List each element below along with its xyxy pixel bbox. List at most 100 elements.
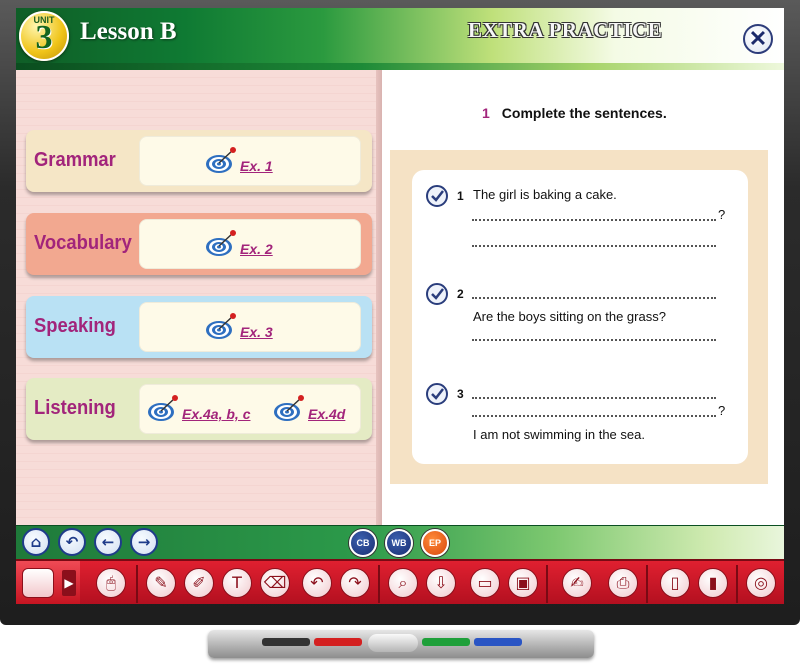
category-label-listening: Listening xyxy=(34,397,116,419)
cb-label: CB xyxy=(356,538,370,548)
instruction-text: Complete the sentences. xyxy=(501,105,667,121)
wb-book-button[interactable]: WB xyxy=(385,529,413,557)
screen-edit-icon: ▣ xyxy=(515,573,531,592)
zoom-button[interactable]: ⌕ xyxy=(388,568,418,598)
usb-save-button[interactable]: ▮ xyxy=(698,568,728,598)
printer-icon: ⎙ xyxy=(616,573,630,592)
dartboard-icon xyxy=(205,229,237,259)
category-label-grammar: Grammar xyxy=(34,149,116,171)
category-links-grammar: Ex. 1 xyxy=(139,136,361,186)
redo-icon: ↷ xyxy=(348,573,362,592)
redo-button[interactable]: ↷ xyxy=(340,568,370,598)
expand-toolbar-button[interactable]: ▶ xyxy=(62,570,76,596)
screen-edit-button[interactable]: ▣ xyxy=(508,568,538,598)
answer-line[interactable] xyxy=(472,205,716,221)
download-button[interactable]: ⇩ xyxy=(426,568,456,598)
notepad-icon: ✍ xyxy=(570,573,584,592)
arrow-left-icon: ← xyxy=(101,533,115,551)
answer-line[interactable] xyxy=(472,283,716,299)
exercise-link-ex1[interactable]: Ex. 1 xyxy=(205,146,273,176)
monitor-frame: UNIT 3 Lesson B EXTRA PRACTICE ✕ Grammar… xyxy=(0,0,800,625)
dartboard-icon xyxy=(205,312,237,342)
home-icon: ⌂ xyxy=(30,533,42,551)
unit-number: 3 xyxy=(35,19,53,56)
exercise-link-ex4d[interactable]: Ex.4d xyxy=(273,394,345,424)
unit-badge: UNIT 3 xyxy=(19,11,69,61)
green-pen xyxy=(422,638,470,646)
undo-button[interactable]: ↶ xyxy=(302,568,332,598)
ep-book-button[interactable]: EP xyxy=(421,529,449,557)
screen-icon: ▭ xyxy=(477,573,493,592)
exercise-link-label[interactable]: Ex. 1 xyxy=(240,158,273,174)
pencil-icon: ✎ xyxy=(154,573,168,592)
item-number: 2 xyxy=(457,287,464,301)
printer-button[interactable]: ⎙ xyxy=(608,568,638,598)
dartboard-icon xyxy=(205,146,237,176)
back-button[interactable]: ↶ xyxy=(58,528,86,556)
cb-book-button[interactable]: CB xyxy=(349,529,377,557)
category-card-grammar: Grammar Ex. 1 xyxy=(26,130,372,192)
globe-button[interactable]: ◎ xyxy=(746,568,776,598)
exercise-link-ex3[interactable]: Ex. 3 xyxy=(205,312,273,342)
next-button[interactable]: → xyxy=(130,528,158,556)
answer-line[interactable] xyxy=(472,401,716,417)
black-pen xyxy=(262,638,310,646)
category-card-speaking: Speaking Ex. 3 xyxy=(26,296,372,358)
category-label-vocabulary: Vocabulary xyxy=(34,232,132,254)
zoom-icon: ⌕ xyxy=(398,573,408,592)
home-button[interactable]: ⌂ xyxy=(22,528,50,556)
check-icon[interactable] xyxy=(426,383,448,405)
question-mark: ? xyxy=(718,403,726,418)
dartboard-icon xyxy=(273,394,305,424)
text-button[interactable]: T xyxy=(222,568,252,598)
exercise-link-ex2[interactable]: Ex. 2 xyxy=(205,229,273,259)
usb-button[interactable]: ▯ xyxy=(660,568,690,598)
exercise-link-label[interactable]: Ex.4d xyxy=(308,406,345,422)
category-panel: Grammar Ex. 1 Vocabulary Ex. 2 Speaking … xyxy=(16,70,382,525)
highlighter-button[interactable]: ✐ xyxy=(184,568,214,598)
close-icon: ✕ xyxy=(748,26,768,51)
exercise-link-label[interactable]: Ex.4a, b, c xyxy=(182,406,250,422)
toolbar-divider xyxy=(546,565,548,603)
item-number: 3 xyxy=(457,387,464,401)
previous-button[interactable]: ← xyxy=(94,528,122,556)
close-button[interactable]: ✕ xyxy=(743,24,773,54)
category-links-speaking: Ex. 3 xyxy=(139,302,361,352)
answer-line[interactable] xyxy=(472,383,716,399)
mouse-button[interactable]: 🖱 xyxy=(96,568,126,598)
item-sentence: Are the boys sitting on the grass? xyxy=(473,309,666,324)
exercise-link-label[interactable]: Ex. 3 xyxy=(240,324,273,340)
category-links-vocabulary: Ex. 2 xyxy=(139,219,361,269)
usb-icon: ▯ xyxy=(670,573,680,592)
exercise-panel: 1 Complete the sentences. 1 The girl is b… xyxy=(382,70,784,525)
toolbar-divider xyxy=(378,565,380,603)
eraser-button[interactable]: ⌫ xyxy=(260,568,290,598)
ep-label: EP xyxy=(428,538,441,548)
notepad-button[interactable]: ✍ xyxy=(562,568,592,598)
answer-line[interactable] xyxy=(472,231,716,247)
exercise-link-label[interactable]: Ex. 2 xyxy=(240,241,273,257)
header-bar: UNIT 3 Lesson B EXTRA PRACTICE ✕ xyxy=(16,8,784,70)
navigation-bar: ⌂ ↶ ← → CB WB EP xyxy=(16,525,784,560)
back-curve-icon: ↶ xyxy=(65,533,79,551)
text-icon: T xyxy=(232,573,242,592)
screen-button[interactable]: ▭ xyxy=(470,568,500,598)
window-button[interactable] xyxy=(22,568,54,598)
eraser-icon: ⌫ xyxy=(263,573,287,592)
exercise-card: 1 The girl is baking a cake. ? 2 Are the… xyxy=(412,170,748,464)
tools-toolbar: ▶ 🖱 ✎ ✐ T ⌫ ↶ ↷ ⌕ ⇩ ▭ ▣ ✍ ⎙ ▯ ▮ ◎ xyxy=(16,559,784,604)
check-icon[interactable] xyxy=(426,185,448,207)
eraser-pad xyxy=(368,634,418,652)
section-title: EXTRA PRACTICE xyxy=(468,18,663,42)
pencil-button[interactable]: ✎ xyxy=(146,568,176,598)
blue-pen xyxy=(474,638,522,646)
exercise-link-ex4abc[interactable]: Ex.4a, b, c xyxy=(147,394,250,424)
red-pen xyxy=(314,638,362,646)
item-sentence: The girl is baking a cake. xyxy=(473,187,617,202)
toolbar-left-group: ▶ xyxy=(16,561,80,604)
answer-line[interactable] xyxy=(472,325,716,341)
check-icon[interactable] xyxy=(426,283,448,305)
category-label-speaking: Speaking xyxy=(34,315,116,337)
app-screen: UNIT 3 Lesson B EXTRA PRACTICE ✕ Grammar… xyxy=(16,8,784,604)
category-card-vocabulary: Vocabulary Ex. 2 xyxy=(26,213,372,275)
